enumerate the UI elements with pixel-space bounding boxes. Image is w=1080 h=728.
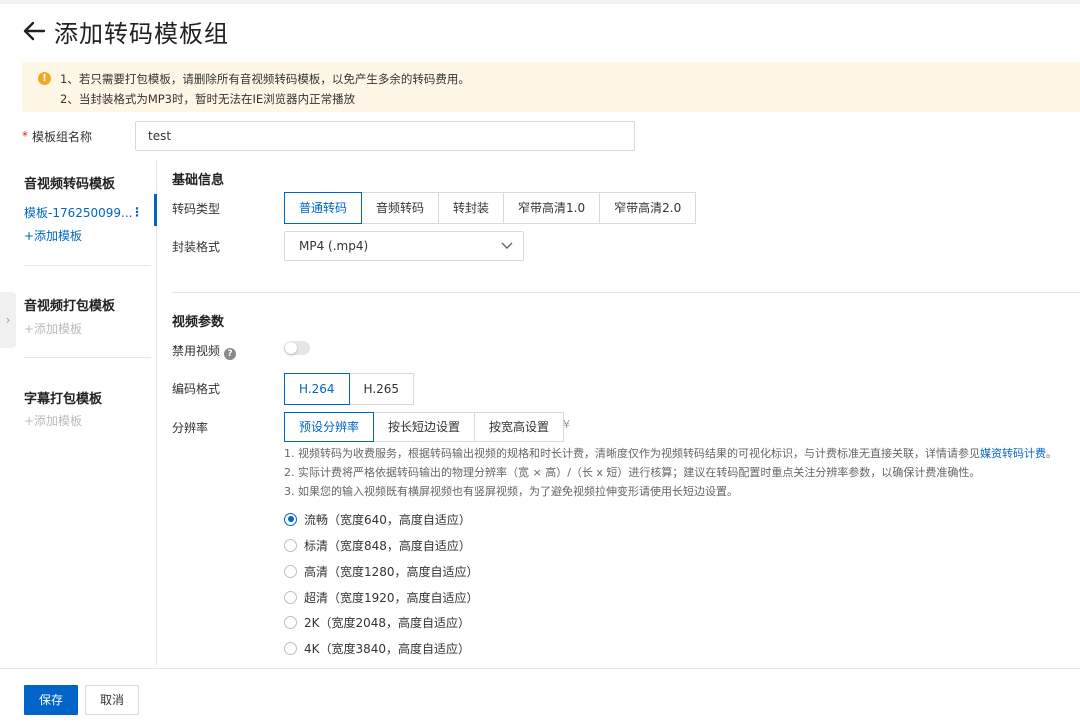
note-1-text: 1. 视频转码为收费服务，根据转码输出视频的规格和时长计费，清晰度仅作为视频转码… [284, 447, 980, 460]
codec-label: 编码格式 [172, 382, 221, 396]
page-title: 添加转码模板组 [54, 19, 229, 48]
template-group-name-label: 模板组名称 [32, 129, 93, 144]
resolution-note-3: 3. 如果您的输入视频既有横屏视频也有竖屏视频，为了避免视频拉伸变形请使用长短边… [284, 485, 738, 498]
template-group-name-input[interactable]: test [135, 121, 635, 151]
disable-video-label-wrap: 禁用视频? [172, 342, 237, 360]
resolution-mode-long-short[interactable]: 按长短边设置 [373, 412, 476, 442]
transcode-type-option-audio[interactable]: 音频转码 [361, 192, 440, 224]
resolution-preset-option[interactable]: 超清（宽度1920，高度自适应） [284, 589, 479, 605]
disable-video-label: 禁用视频 [172, 344, 221, 358]
sidebar-active-indicator [154, 194, 157, 226]
resolution-preset-label: 2K（宽度2048，高度自适应） [304, 615, 471, 630]
radio-button[interactable] [284, 615, 297, 629]
back-arrow-icon[interactable] [22, 16, 48, 46]
radio-button[interactable] [284, 641, 297, 655]
resolution-note-2: 2. 实际计费将严格依据转码输出的物理分辨率（宽 × 高）/（长 x 短）进行核… [284, 466, 981, 479]
required-mark: * [22, 129, 28, 143]
sidebar-divider [24, 357, 151, 358]
page-header: 添加转码模板组 [22, 14, 229, 48]
codec-selector: H.264 H.265 [284, 373, 415, 405]
codec-option-h265[interactable]: H.265 [348, 373, 415, 405]
resolution-preset-option[interactable]: 流畅（宽度640，高度自适应） [284, 511, 471, 527]
question-icon[interactable]: ? [224, 348, 237, 360]
resolution-preset-label: 4K（宽度3840，高度自适应） [304, 641, 471, 656]
add-av-transcode-template-link[interactable]: +添加模板 [24, 227, 82, 244]
resolution-preset-label: 流畅（宽度640，高度自适应） [304, 512, 471, 527]
disable-video-toggle[interactable] [284, 341, 310, 355]
codec-option-h264[interactable]: H.264 [284, 373, 350, 405]
transcode-type-option-nhd1[interactable]: 窄带高清1.0 [503, 192, 601, 224]
radio-button[interactable] [284, 538, 297, 552]
toggle-knob [285, 342, 297, 354]
radio-button[interactable] [284, 564, 297, 578]
add-subtitle-packaging-template-link[interactable]: +添加模板 [24, 412, 82, 429]
basic-info-title: 基础信息 [172, 173, 225, 188]
form-footer: 保存 取消 [0, 668, 1080, 728]
sidebar-title-subtitle-packaging: 字幕打包模板 [24, 392, 103, 407]
notice-line-1: 1、若只需要打包模板，请删除所有音视频转码模板，以免产生多余的转码费用。 [60, 72, 470, 86]
transcode-type-label: 转码类型 [172, 202, 221, 216]
sidebar-divider [24, 265, 151, 266]
container-format-label: 封装格式 [172, 240, 221, 254]
top-border [0, 0, 1080, 4]
notice-line-2: 2、当封装格式为MP3时，暂时无法在IE浏览器内正常播放 [60, 92, 356, 106]
resolution-note-1: 1. 视频转码为收费服务，根据转码输出视频的规格和时长计费，清晰度仅作为视频转码… [284, 446, 1057, 465]
resolution-mode-preset[interactable]: 预设分辨率 [284, 412, 375, 442]
double-chevron-down-icon[interactable]: ¥ [563, 418, 570, 431]
template-sidebar: 音视频转码模板 模板-176250099... ⋮ +添加模板 音视频打包模板 … [0, 160, 157, 665]
resolution-preset-option[interactable]: 4K（宽度3840，高度自适应） [284, 640, 470, 656]
vertical-ellipsis-icon[interactable]: ⋮ [131, 204, 143, 222]
resolution-mode-selector: 预设分辨率 按长短边设置 按宽高设置 [284, 412, 565, 442]
add-av-packaging-template-link[interactable]: +添加模板 [24, 320, 82, 337]
resolution-preset-label: 标清（宽度848，高度自适应） [304, 538, 471, 553]
radio-button[interactable] [284, 512, 297, 526]
chevron-right-icon[interactable]: › [0, 292, 16, 348]
radio-button[interactable] [284, 590, 297, 604]
resolution-preset-option[interactable]: 高清（宽度1280，高度自适应） [284, 563, 479, 579]
resolution-label: 分辨率 [172, 421, 209, 435]
note-1-suffix: 。 [1046, 447, 1057, 460]
sidebar-item-label[interactable]: 模板-176250099... [24, 206, 133, 220]
transcode-type-option-remux[interactable]: 转封装 [438, 192, 505, 224]
sidebar-title-av-packaging: 音视频打包模板 [24, 299, 116, 314]
container-format-value: MP4 (.mp4) [299, 239, 369, 253]
save-button[interactable]: 保存 [24, 685, 78, 715]
cancel-button[interactable]: 取消 [85, 685, 139, 715]
warning-icon: ! [38, 72, 51, 85]
container-format-select[interactable]: MP4 (.mp4) [284, 231, 524, 261]
resolution-mode-width-height[interactable]: 按宽高设置 [474, 412, 565, 442]
chevron-down-icon [501, 242, 513, 249]
resolution-preset-option[interactable]: 2K（宽度2048，高度自适应） [284, 614, 470, 630]
resolution-notes: 1. 视频转码为收费服务，根据转码输出视频的规格和时长计费，清晰度仅作为视频转码… [284, 446, 1057, 503]
template-group-name-row: * 模板组名称 test [22, 121, 635, 151]
transcode-type-selector: 普通转码 音频转码 转封装 窄带高清1.0 窄带高清2.0 [284, 192, 697, 224]
resolution-preset-option[interactable]: 标清（宽度848，高度自适应） [284, 537, 471, 553]
transcode-billing-link[interactable]: 媒资转码计费 [980, 447, 1046, 460]
sidebar-item-template[interactable]: 模板-176250099... ⋮ [24, 204, 156, 222]
section-divider [172, 292, 1080, 293]
transcode-type-option-normal[interactable]: 普通转码 [284, 192, 363, 224]
warning-notice: ! 1、若只需要打包模板，请删除所有音视频转码模板，以免产生多余的转码费用。 2… [22, 62, 1080, 112]
resolution-preset-label: 超清（宽度1920，高度自适应） [304, 590, 479, 605]
resolution-preset-label: 高清（宽度1280，高度自适应） [304, 564, 479, 579]
video-params-title: 视频参数 [172, 315, 225, 330]
transcode-type-option-nhd2[interactable]: 窄带高清2.0 [599, 192, 697, 224]
sidebar-title-av-transcode: 音视频转码模板 [24, 177, 116, 192]
